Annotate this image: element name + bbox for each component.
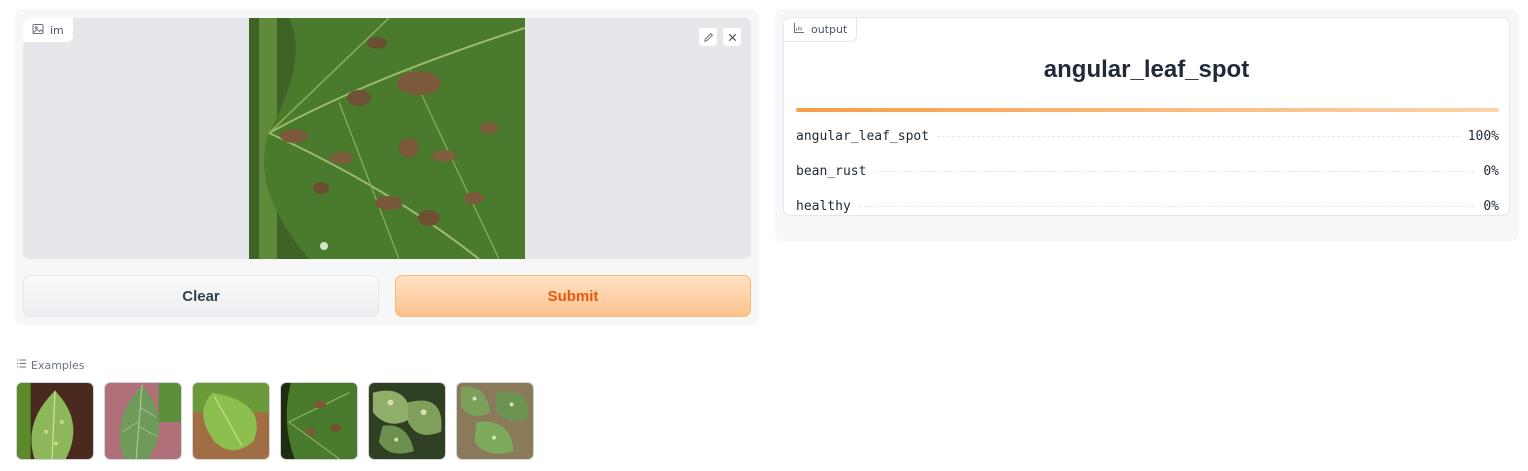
examples-label: Examples — [31, 358, 85, 372]
example-thumbnail-6[interactable] — [456, 382, 534, 460]
bar-chart-icon — [793, 22, 805, 37]
confidence-row[interactable]: bean_rust 0% — [796, 161, 1499, 181]
submit-button[interactable]: Submit — [395, 275, 751, 317]
example-thumbnail-3[interactable] — [192, 382, 270, 460]
output-label-badge: output — [784, 18, 858, 42]
confidence-value: 0% — [1483, 163, 1499, 179]
input-label: im — [50, 23, 64, 37]
row-divider — [874, 170, 1476, 172]
image-input[interactable]: im — [23, 18, 751, 259]
pencil-icon — [703, 28, 714, 47]
example-thumbnail-1[interactable] — [16, 382, 94, 460]
confidence-row[interactable]: angular_leaf_spot 100% — [796, 126, 1499, 146]
confidence-row[interactable]: healthy 0% — [796, 196, 1499, 216]
remove-image-button[interactable] — [722, 27, 742, 47]
example-thumbnail-2[interactable] — [104, 382, 182, 460]
output-label: output — [811, 23, 848, 36]
image-icon — [32, 23, 44, 38]
confidence-class-label: angular_leaf_spot — [796, 128, 930, 144]
predicted-class: angular_leaf_spot — [1043, 56, 1250, 83]
confidence-class-label: healthy — [796, 198, 851, 214]
close-icon — [727, 28, 738, 47]
row-divider — [858, 205, 1476, 207]
example-thumbnail-5[interactable] — [368, 382, 446, 460]
input-label-badge: im — [23, 18, 73, 42]
uploaded-leaf-image — [249, 18, 525, 259]
list-icon — [16, 358, 27, 372]
edit-button[interactable] — [698, 27, 718, 47]
output-label-component: output angular_leaf_spot angular_leaf_sp… — [783, 17, 1510, 216]
examples-header: Examples — [16, 358, 84, 372]
confidence-value: 0% — [1483, 198, 1499, 214]
confidence-value: 100% — [1467, 128, 1499, 144]
row-divider — [937, 135, 1460, 137]
confidence-class-label: bean_rust — [796, 163, 867, 179]
confidence-bar — [796, 108, 1499, 112]
input-panel: im Clear Submit — [15, 9, 759, 325]
output-panel: output angular_leaf_spot angular_leaf_sp… — [775, 9, 1519, 241]
example-thumbnail-4[interactable] — [280, 382, 358, 460]
clear-button[interactable]: Clear — [23, 275, 379, 317]
